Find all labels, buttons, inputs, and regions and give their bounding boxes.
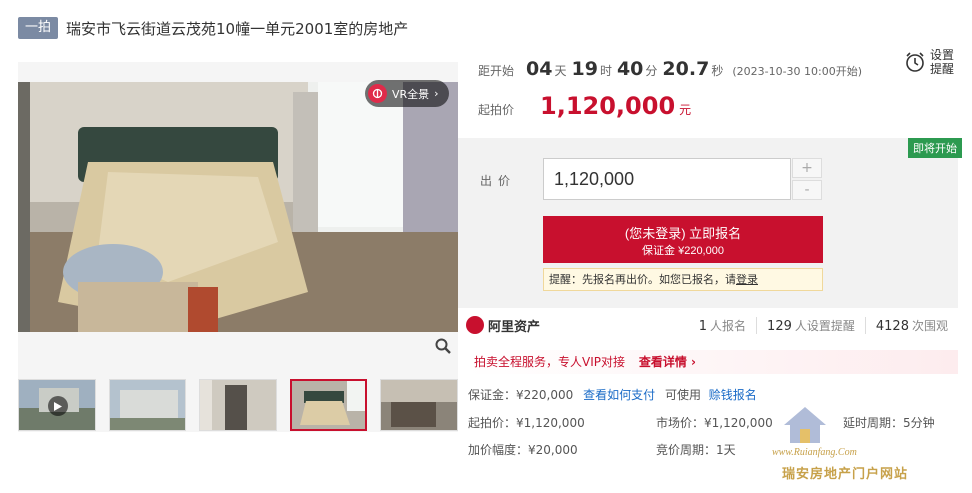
thumbnail-3[interactable] xyxy=(199,379,277,431)
vip-text: 拍卖全程服务，专人VIP对接 xyxy=(474,355,625,369)
increase-button[interactable]: + xyxy=(792,158,822,178)
gallery: VR全景 › xyxy=(18,62,458,432)
thumbnail-video[interactable] xyxy=(18,379,96,431)
bid-amount-input[interactable] xyxy=(543,158,791,200)
title-bar: 一拍 瑞安市飞云街道云茂苑10幢一单元2001室的房地产 xyxy=(18,14,958,42)
deposit-mid: 可使用 xyxy=(664,388,701,402)
views-count: 4128 次围观 xyxy=(864,316,958,334)
house-logo-icon xyxy=(784,407,826,443)
countdown-hours: 19 xyxy=(571,58,598,80)
ali-logo-icon xyxy=(466,316,484,334)
reminder-count: 129 人设置提醒 xyxy=(756,316,865,334)
set-reminder-button[interactable]: 设置提醒 xyxy=(904,48,956,76)
increment-detail: 加价幅度：¥20,000 xyxy=(468,443,578,457)
credit-register-link[interactable]: 赊钱报名 xyxy=(709,388,757,402)
minutes-unit: 分 xyxy=(645,64,658,78)
site-name: 瑞安房地产门户网站 xyxy=(782,467,909,482)
hours-unit: 时 xyxy=(599,64,612,78)
play-icon xyxy=(48,396,68,416)
register-deposit: 保证金 ¥220,000 xyxy=(642,245,724,257)
seconds-unit: 秒 xyxy=(711,64,724,78)
register-button-label: (您未登录) 立即报名 xyxy=(624,226,742,241)
views-number: 4128 xyxy=(875,318,909,334)
site-watermark: www.Ruianfang.Com 瑞安房地产门户网站 xyxy=(770,405,970,491)
thumbnail-2[interactable] xyxy=(108,379,187,431)
deposit-info: 保证金：¥220,000 查看如何支付 可使用 赊钱报名 xyxy=(468,386,757,403)
reminder-label: 人设置提醒 xyxy=(794,318,855,333)
auction-round-badge: 一拍 xyxy=(18,17,59,39)
stats-counts: 1 人报名 129 人设置提醒 4128 次围观 xyxy=(689,316,958,334)
reminder-number: 129 xyxy=(767,318,792,334)
decrease-button[interactable]: - xyxy=(792,180,822,200)
vr-panorama-button[interactable]: VR全景 › xyxy=(365,80,449,107)
alarm-clock-icon xyxy=(906,52,924,72)
registered-number: 1 xyxy=(698,318,708,334)
bedroom-photo xyxy=(18,82,458,332)
countdown-days: 04 xyxy=(526,58,553,80)
start-price: 起拍价 1,120,000 元 xyxy=(478,92,691,120)
vip-details-link[interactable]: 查看详情 › xyxy=(639,355,696,369)
start-time: (2023-10-30 10:00开始) xyxy=(732,65,863,78)
registered-count: 1 人报名 xyxy=(689,317,756,334)
thumbnail-4-active[interactable] xyxy=(289,379,368,431)
login-link[interactable]: 登录 xyxy=(736,273,758,286)
ali-assets-logo[interactable]: 阿里资产 xyxy=(466,316,540,335)
stats-row: 阿里资产 1 人报名 129 人设置提醒 4128 次围观 xyxy=(466,310,958,340)
bid-box: 即将开始 出价 + - (您未登录) 立即报名 保证金 ¥220,000 提醒：… xyxy=(458,138,962,308)
bid-label: 出价 xyxy=(480,174,517,188)
registered-label: 人报名 xyxy=(710,318,747,333)
zoom-icon[interactable] xyxy=(434,337,452,355)
vr-icon xyxy=(368,84,387,103)
start-price-detail: 起拍价：¥1,120,000 xyxy=(468,416,585,430)
countdown-seconds: 20.7 xyxy=(662,58,710,80)
vr-label: VR全景 xyxy=(392,87,430,101)
page-title: 瑞安市飞云街道云茂苑10幢一单元2001室的房地产 xyxy=(66,19,409,38)
start-price-label: 起拍价 xyxy=(478,103,515,117)
market-price-detail: 市场价：¥1,120,000 xyxy=(656,416,773,430)
countdown: 距开始 04 天 19 时 40 分 20.7 秒 (2023-10-30 10:00开… xyxy=(478,58,862,80)
vip-service-banner: 拍卖全程服务，专人VIP对接 查看详情 › xyxy=(466,350,958,374)
main-photo[interactable] xyxy=(18,82,458,332)
start-price-value: 1,120,000 xyxy=(540,92,676,120)
how-to-pay-link[interactable]: 查看如何支付 xyxy=(583,388,655,402)
login-tip: 提醒：先报名再出价。如您已报名，请登录 xyxy=(543,268,823,291)
bid-stepper: + - xyxy=(792,158,822,200)
start-price-unit: 元 xyxy=(679,103,692,117)
views-label: 次围观 xyxy=(911,318,948,333)
site-url: www.Ruianfang.Com xyxy=(772,447,857,458)
chevron-right-icon: › xyxy=(434,87,439,100)
countdown-label: 距开始 xyxy=(478,64,515,78)
thumbnail-5[interactable] xyxy=(380,379,458,431)
countdown-minutes: 40 xyxy=(616,58,644,80)
set-reminder-label: 设置提醒 xyxy=(930,48,955,76)
status-badge: 即将开始 xyxy=(908,138,962,158)
deposit-text: 保证金：¥220,000 xyxy=(468,388,574,402)
days-unit: 天 xyxy=(554,64,567,78)
brand-label: 阿里资产 xyxy=(488,319,541,335)
tip-text: 提醒：先报名再出价。如您已报名，请 xyxy=(549,273,736,286)
register-button[interactable]: (您未登录) 立即报名 保证金 ¥220,000 xyxy=(543,216,823,263)
thumbnail-strip xyxy=(18,379,458,435)
bid-period-detail: 竞价周期：1天 xyxy=(656,443,736,457)
